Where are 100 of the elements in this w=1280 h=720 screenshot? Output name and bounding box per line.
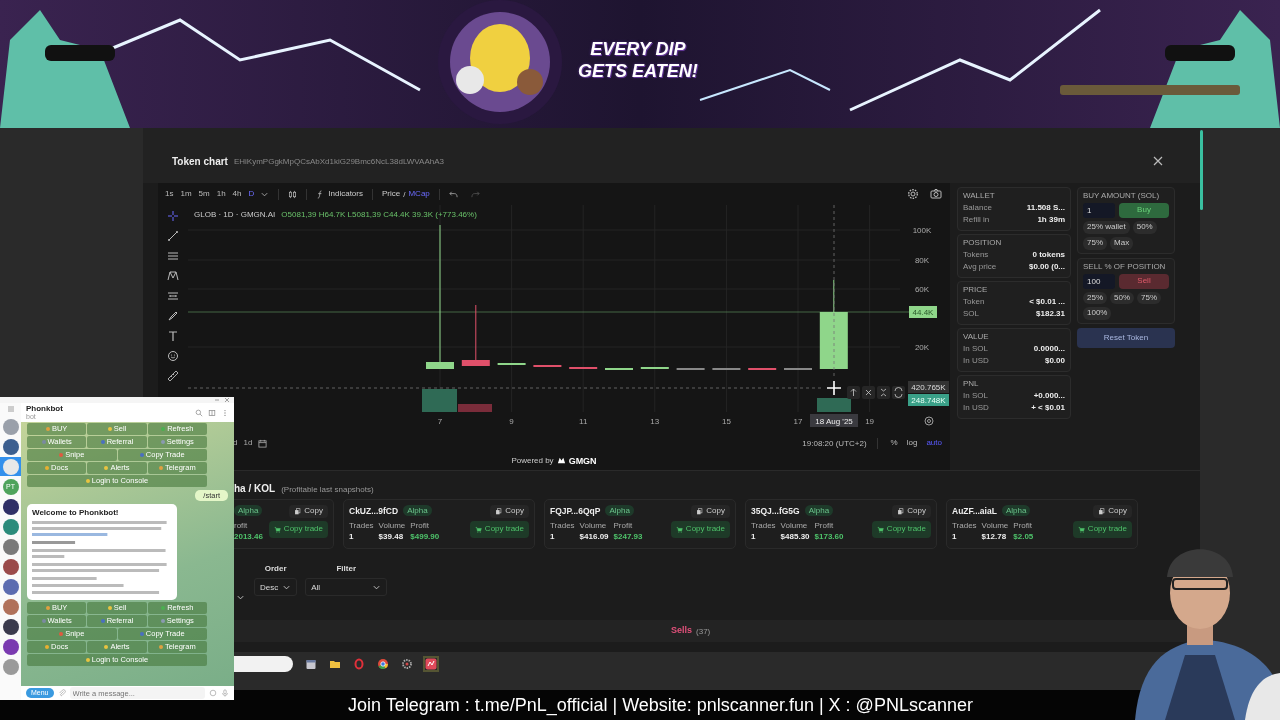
text-tool-icon[interactable] xyxy=(167,330,179,342)
preset-button[interactable]: 25% wallet xyxy=(1083,221,1130,234)
close-icon[interactable] xyxy=(862,386,875,399)
stat-label: Volume xyxy=(981,521,1009,530)
row-value: 0.0000... xyxy=(1033,344,1065,353)
timeframe-tab[interactable]: D xyxy=(247,189,256,199)
copy-trade-button[interactable]: Copy trade xyxy=(469,520,529,538)
rotate-icon[interactable] xyxy=(892,386,905,399)
ruler-icon[interactable] xyxy=(167,370,179,382)
date-tag: 18 Aug '25 xyxy=(810,414,858,427)
columns-icon[interactable] xyxy=(208,408,216,417)
row-label: Tokens xyxy=(963,250,989,259)
chat-title: Phonkbot xyxy=(26,405,63,413)
price-toggle[interactable]: Price xyxy=(382,189,401,199)
indicators-button[interactable]: Indicators xyxy=(316,189,363,199)
amount-field[interactable]: 100 xyxy=(1083,273,1115,289)
avatar xyxy=(2,578,19,595)
gear-icon[interactable] xyxy=(401,658,413,670)
timeframe-tab[interactable]: 5m xyxy=(197,189,211,199)
axis-label: 13 xyxy=(650,417,660,426)
copy-trade-button[interactable]: Copy trade xyxy=(871,520,931,538)
row-label: Balance xyxy=(963,203,992,212)
preset-button[interactable]: 75% xyxy=(1083,236,1107,250)
trend-line-icon[interactable] xyxy=(167,230,179,242)
copy-button[interactable]: Copy xyxy=(1093,505,1132,518)
copy-button[interactable]: Copy xyxy=(490,505,529,518)
undo-icon[interactable] xyxy=(448,189,458,199)
close-icon[interactable] xyxy=(1153,156,1163,166)
stat-value: $12.78 xyxy=(981,532,1008,541)
card-title: BUY AMOUNT (SOL) xyxy=(1083,191,1161,200)
row-label: In USD xyxy=(963,403,989,412)
collapse-icon[interactable] xyxy=(877,386,890,399)
dropdown[interactable]: All xyxy=(305,578,388,596)
copy-button[interactable]: Copy xyxy=(691,505,730,518)
modal-title: Token chart xyxy=(172,156,228,167)
copy-button[interactable]: Copy xyxy=(289,505,328,518)
buy-button[interactable]: Buy xyxy=(1119,203,1169,218)
settings-icon[interactable] xyxy=(907,188,919,200)
cart-icon xyxy=(876,525,884,533)
timeframe-tab[interactable]: 1h xyxy=(215,189,227,199)
axis-label: 11 xyxy=(579,417,588,426)
preset-button[interactable]: 50% xyxy=(1132,221,1157,234)
avatar xyxy=(2,518,19,535)
calendar-icon[interactable] xyxy=(305,658,317,670)
preset-button[interactable]: 75% xyxy=(1137,291,1162,305)
mcap-toggle[interactable]: MCap xyxy=(408,189,430,199)
pattern-icon[interactable] xyxy=(167,270,179,282)
scale-toggle[interactable]: % xyxy=(890,438,898,448)
timeframe-tab[interactable]: 4h xyxy=(231,189,243,199)
calendar-icon[interactable] xyxy=(258,438,268,448)
separator-text: / xyxy=(403,189,406,199)
ranges-icon[interactable] xyxy=(167,290,179,302)
symbol-text: GLOB · 1D · GMGN.AI xyxy=(194,210,276,219)
candlestick-icon[interactable] xyxy=(288,189,298,199)
filter-label: Filter xyxy=(336,564,356,573)
copy-trade-button[interactable]: Copy trade xyxy=(1072,520,1132,538)
stat-label: Trades xyxy=(952,521,977,530)
reset-button[interactable]: Reset Token xyxy=(1077,328,1175,349)
row-value: $0.00 xyxy=(1044,356,1065,365)
target-icon[interactable] xyxy=(924,416,934,426)
timeframe-tab[interactable]: 1m xyxy=(179,189,193,199)
copy-trade-button[interactable]: Copy trade xyxy=(670,520,730,538)
amount-field[interactable]: 1 xyxy=(1083,203,1115,218)
candle xyxy=(640,366,669,370)
preset-button[interactable]: 50% xyxy=(1110,291,1135,305)
sell-button[interactable]: Sell xyxy=(1119,273,1169,289)
card-title: POSITION xyxy=(963,238,1003,247)
range-button[interactable]: 1d xyxy=(243,438,253,448)
search-field[interactable] xyxy=(234,656,293,672)
sells-tab[interactable]: Sells xyxy=(671,626,692,636)
preset-button[interactable]: 25% xyxy=(1083,291,1107,305)
row-label: Token xyxy=(963,297,985,306)
app-icon[interactable] xyxy=(425,658,437,670)
stat-label: Profit xyxy=(410,521,430,530)
horizontal-lines-icon[interactable] xyxy=(167,250,179,262)
candle xyxy=(461,304,490,367)
chevron-down-icon[interactable] xyxy=(235,593,245,602)
axis-label: 9 xyxy=(509,417,514,426)
emoji-icon[interactable] xyxy=(167,350,179,362)
scale-toggle[interactable]: auto xyxy=(926,438,942,448)
preset-button[interactable]: Max xyxy=(1110,236,1134,250)
brush-icon[interactable] xyxy=(167,310,179,322)
timeframe-tab[interactable]: 1s xyxy=(164,189,175,199)
copy-button[interactable]: Copy xyxy=(892,505,931,518)
scale-toggle[interactable]: log xyxy=(906,438,918,448)
move-up-icon[interactable] xyxy=(847,386,860,399)
browser-icon[interactable] xyxy=(377,658,389,670)
scrollbar[interactable] xyxy=(1200,130,1203,210)
copy-icon xyxy=(495,507,503,515)
folder-icon[interactable] xyxy=(329,658,341,670)
ring-icon[interactable] xyxy=(353,658,365,670)
stat-label: Volume xyxy=(780,521,809,530)
row-label: SOL xyxy=(963,309,979,318)
camera-icon[interactable] xyxy=(930,188,942,200)
powered-by-text: Powered by xyxy=(511,456,554,465)
dropdown[interactable]: Desc xyxy=(254,578,298,596)
preset-button[interactable]: 100% xyxy=(1083,307,1112,321)
candle xyxy=(533,364,562,368)
token-address: EHiKymPGgkMpQCsAbXd1kiG29Bmc6NcL38dLWVAAhA3 xyxy=(233,157,444,166)
copy-trade-button[interactable]: Copy trade xyxy=(268,520,328,538)
